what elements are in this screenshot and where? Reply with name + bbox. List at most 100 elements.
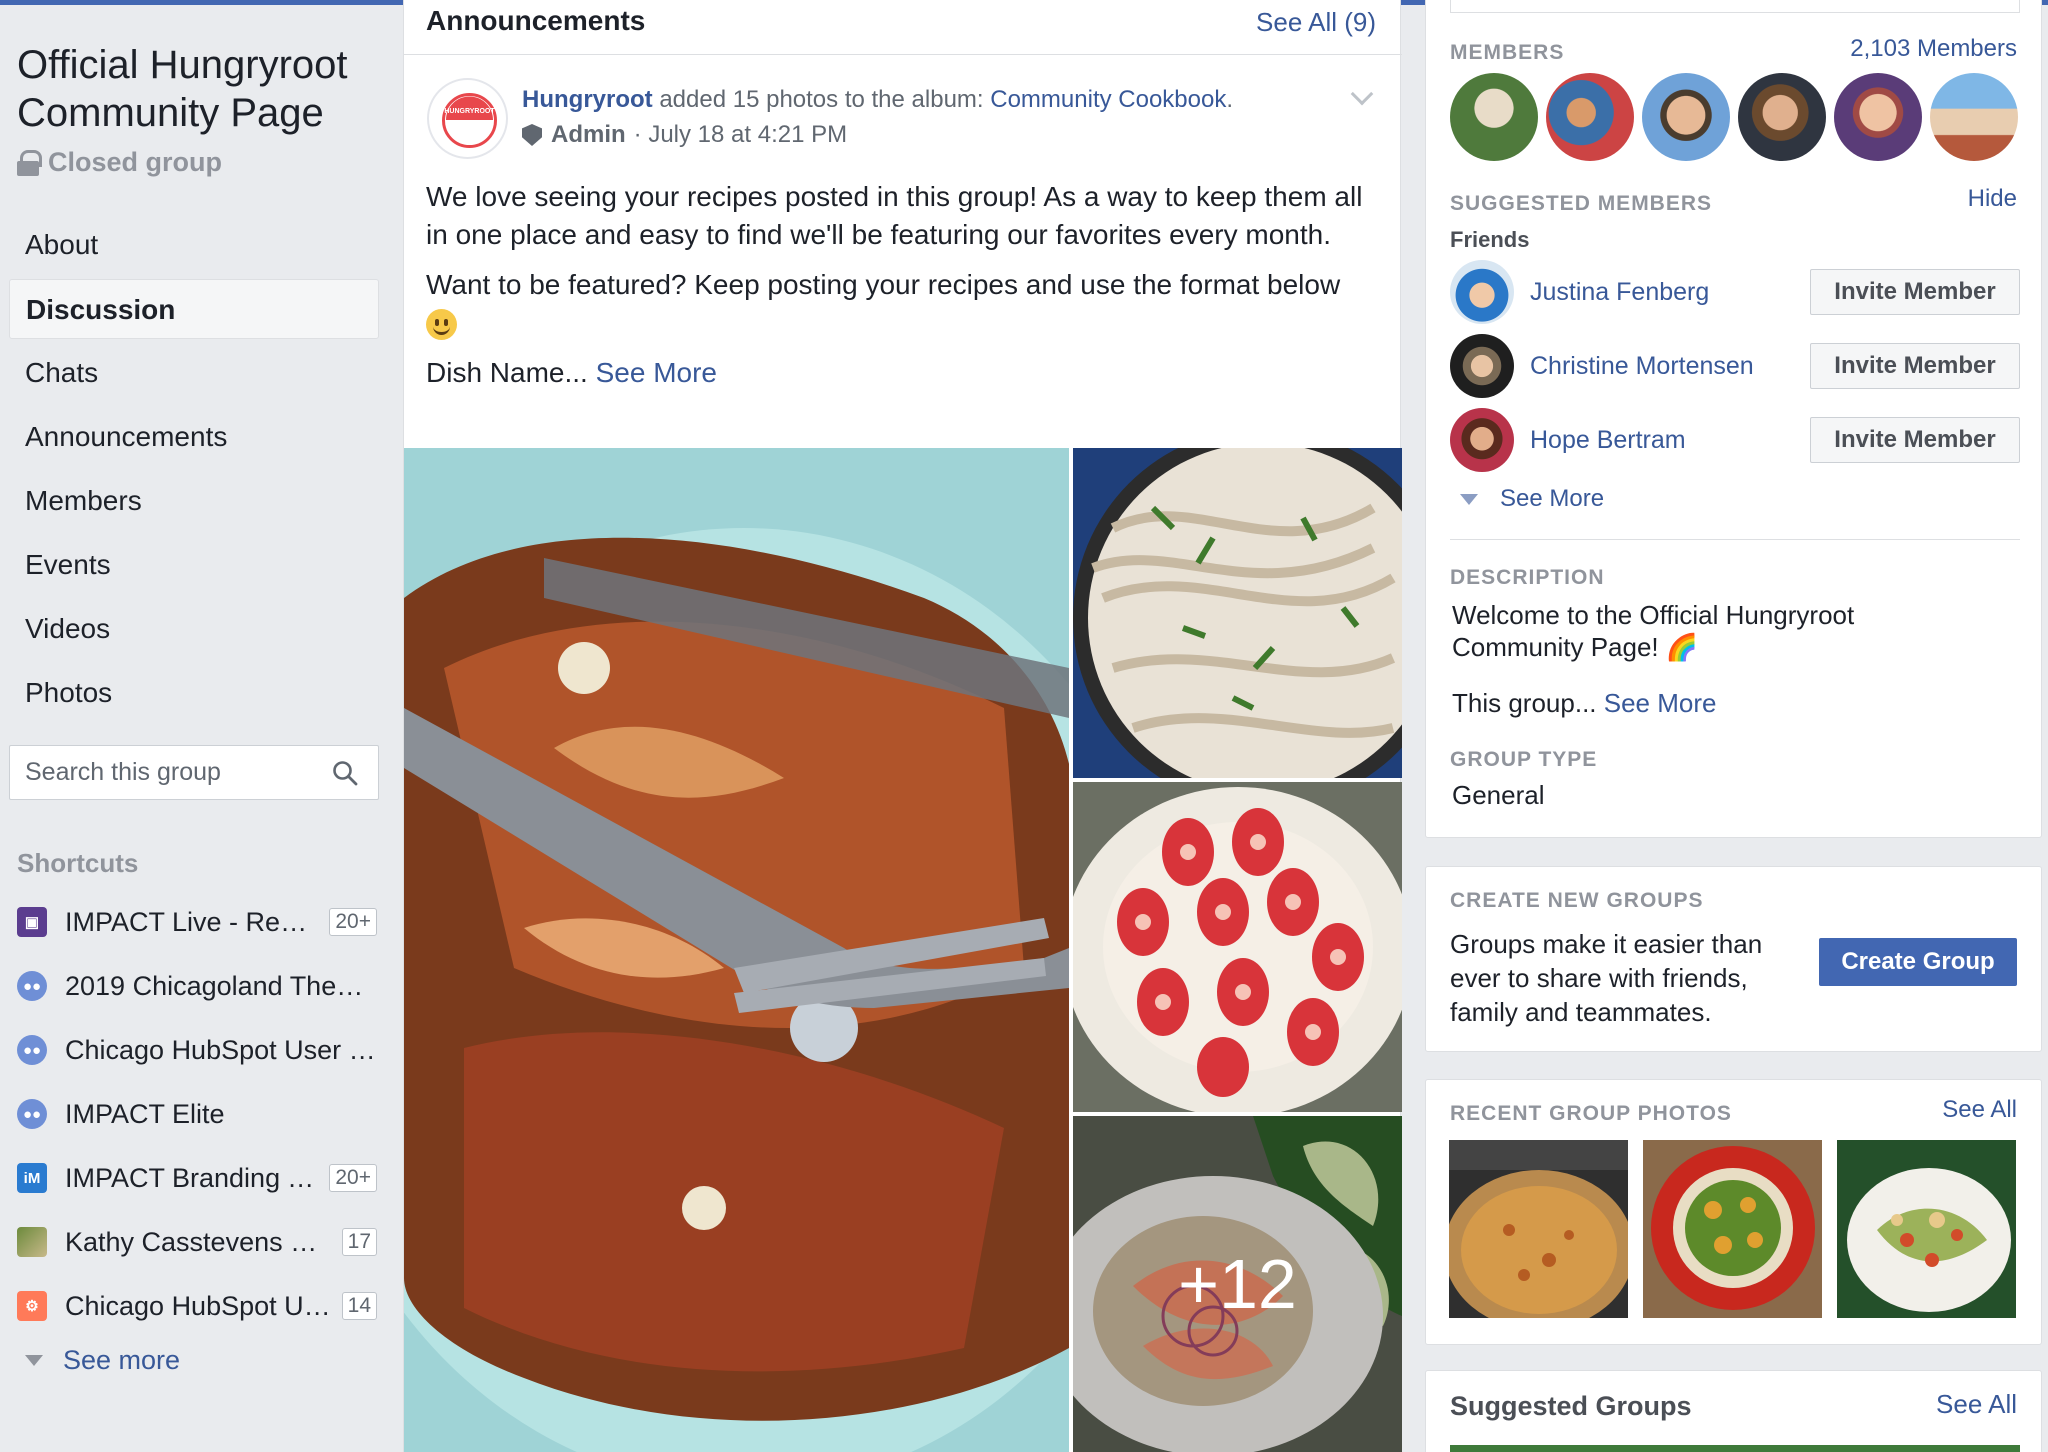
album-photo[interactable]: +12	[1073, 1116, 1402, 1452]
hide-suggestions-link[interactable]: Hide	[1968, 185, 2017, 213]
create-groups-card: Create New Groups Groups make it easier …	[1425, 866, 2042, 1052]
see-more-label: See More	[1500, 485, 1605, 512]
privacy-label: Closed group	[17, 147, 222, 178]
admin-badge-icon	[522, 124, 542, 146]
shortcut-label: IMPACT Elite	[65, 1098, 225, 1129]
caret-down-icon	[1460, 493, 1478, 505]
group-nav: About Discussion Chats Announcements Mem…	[9, 215, 379, 727]
member-avatar[interactable]	[1450, 73, 1538, 161]
caret-down-icon	[25, 1355, 43, 1366]
post-role: Admin	[551, 121, 626, 148]
recent-photos-heading: Recent Group Photos	[1450, 1102, 1732, 1125]
suggested-groups-see-all[interactable]: See All	[1936, 1389, 2017, 1420]
group-icon: ●●	[17, 1099, 47, 1129]
post-body: We love seeing your recipes posted in th…	[426, 178, 1386, 404]
announcements-title: Announcements	[426, 5, 646, 36]
post-meta: Admin · July 18 at 4:21 PM	[522, 121, 847, 149]
announcements-see-all[interactable]: See All (9)	[1256, 7, 1376, 38]
post-author[interactable]: Hungryroot	[522, 86, 653, 113]
shortcuts-list: ▣ IMPACT Live - Registered Attendees 20+…	[17, 890, 377, 1338]
shortcut-label: 2019 Chicagoland Theatre Group	[65, 970, 377, 1001]
group-icon: ●●	[17, 1035, 47, 1065]
group-search	[9, 745, 379, 800]
shortcuts-see-more[interactable]: See more	[25, 1345, 180, 1376]
post-album-link[interactable]: Community Cookbook	[990, 86, 1226, 113]
search-icon[interactable]	[332, 760, 358, 786]
nav-videos[interactable]: Videos	[9, 599, 379, 659]
member-avatar[interactable]	[1930, 73, 2018, 161]
suggested-group-cover[interactable]	[1450, 1445, 2020, 1452]
nav-photos[interactable]: Photos	[9, 663, 379, 723]
post-options-chevron-icon[interactable]	[1350, 82, 1374, 106]
friend-avatar[interactable]	[1450, 334, 1514, 398]
suggested-see-more[interactable]: See More	[1460, 485, 1604, 513]
album-photo-grid: +12	[404, 448, 1402, 1452]
nav-announcements[interactable]: Announcements	[9, 407, 379, 467]
album-photo[interactable]	[1073, 782, 1402, 1112]
post-paragraph: Dish Name... See More	[426, 357, 718, 388]
post-see-more[interactable]: See More	[596, 357, 717, 388]
description-see-more[interactable]: See More	[1604, 688, 1717, 718]
create-groups-text: Groups make it easier than ever to share…	[1450, 929, 1763, 1027]
shortcut-count: 20+	[329, 1164, 377, 1192]
group-icon: ●●	[17, 971, 47, 1001]
nav-members[interactable]: Members	[9, 471, 379, 531]
invite-member-button[interactable]: Invite Member	[1810, 343, 2020, 389]
suggested-groups-card: Suggested Groups See All	[1425, 1370, 2042, 1452]
left-sidebar: Official Hungryroot Community Page Close…	[0, 5, 395, 1452]
privacy-text: Closed group	[48, 147, 222, 177]
nav-events[interactable]: Events	[9, 535, 379, 595]
recent-photo[interactable]	[1643, 1140, 1822, 1318]
shortcut-item[interactable]: ▣ IMPACT Live - Registered Attendees 20+	[17, 890, 377, 954]
page-avatar[interactable]: HUNGRYROOT	[427, 78, 508, 159]
shortcut-item[interactable]: ●● 2019 Chicagoland Theatre Group	[17, 954, 377, 1018]
shortcut-item[interactable]: ●● Chicago HubSpot User Group	[17, 1018, 377, 1082]
search-input[interactable]	[25, 758, 315, 787]
shortcut-item[interactable]: Kathy Casstevens Photography 17	[17, 1210, 377, 1274]
more-photos-count[interactable]: +12	[1073, 1116, 1402, 1452]
album-photo[interactable]	[1073, 448, 1402, 778]
friend-name[interactable]: Hope Bertram	[1530, 426, 1810, 455]
announcements-header: Announcements See All (9)	[404, 5, 1402, 55]
nav-chats[interactable]: Chats	[9, 343, 379, 403]
shortcut-label: IMPACT Live - Registered Attendees	[65, 906, 322, 937]
invite-member-button[interactable]: Invite Member	[1810, 269, 2020, 315]
post-timestamp[interactable]: · July 18 at 4:21 PM	[634, 121, 847, 149]
member-avatar[interactable]	[1546, 73, 1634, 161]
main-feed: Announcements See All (9) HUNGRYROOT Hun…	[403, 0, 1402, 1452]
recent-photo[interactable]	[1837, 1140, 2016, 1318]
friend-name[interactable]: Justina Fenberg	[1530, 278, 1810, 307]
nav-discussion[interactable]: Discussion	[9, 279, 379, 339]
members-heading: Members	[1450, 41, 1565, 64]
members-count-link[interactable]: 2,103 Members	[1850, 35, 2017, 63]
friend-name[interactable]: Christine Mortensen	[1530, 352, 1810, 381]
see-more-label: See more	[63, 1345, 181, 1375]
avatar-logo-text: HUNGRYROOT	[444, 108, 495, 115]
member-avatar[interactable]	[1642, 73, 1730, 161]
impact-branding-icon: iM	[17, 1163, 47, 1193]
search-box-edge	[1450, 0, 2020, 13]
shortcut-label: Kathy Casstevens Photography	[65, 1226, 334, 1257]
shortcut-item[interactable]: ⚙ Chicago HubSpot User Group 14	[17, 1274, 377, 1338]
recent-photos-see-all[interactable]: See All	[1942, 1096, 2017, 1124]
shortcut-item[interactable]: ●● IMPACT Elite	[17, 1082, 377, 1146]
member-avatar[interactable]	[1834, 73, 1922, 161]
post-paragraph: Want to be featured? Keep posting your r…	[426, 266, 1386, 342]
group-title[interactable]: Official Hungryroot Community Page	[17, 41, 387, 137]
member-avatar[interactable]	[1738, 73, 1826, 161]
create-group-button[interactable]: Create Group	[1819, 938, 2017, 986]
suggested-friend-row: Justina Fenberg Invite Member	[1450, 259, 2020, 325]
friend-avatar[interactable]	[1450, 260, 1514, 324]
friend-avatar[interactable]	[1450, 408, 1514, 472]
post-period: .	[1226, 86, 1234, 113]
recent-photo[interactable]	[1449, 1140, 1628, 1318]
nav-about[interactable]: About	[9, 215, 379, 275]
album-photo-main[interactable]	[404, 448, 1069, 1452]
post-action: added 15 photos to the album:	[652, 86, 991, 113]
shortcut-label: Chicago HubSpot User Group	[65, 1034, 377, 1065]
impact-live-icon: ▣	[17, 907, 47, 937]
shortcut-item[interactable]: iM IMPACT Branding Team 20+	[17, 1146, 377, 1210]
invite-member-button[interactable]: Invite Member	[1810, 417, 2020, 463]
group-type-heading: Group Type	[1450, 748, 1598, 771]
group-info-card: Members 2,103 Members Suggested Members …	[1425, 0, 2042, 838]
